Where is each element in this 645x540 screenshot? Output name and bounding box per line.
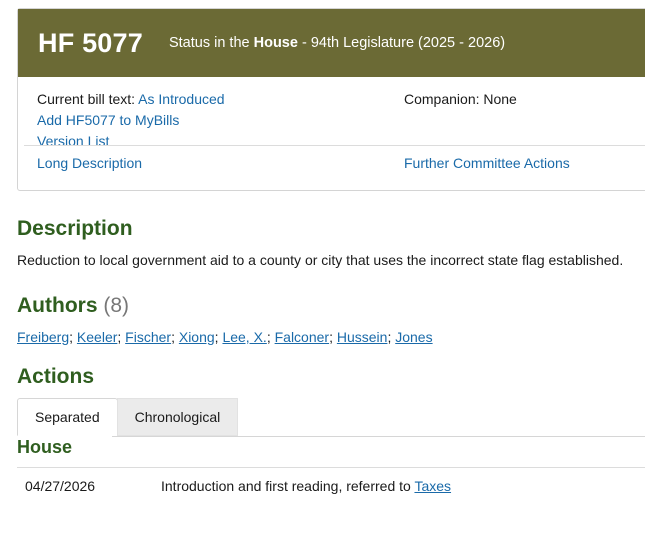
chamber-divider	[17, 467, 645, 468]
author-link[interactable]: Xiong	[179, 329, 215, 345]
status-prefix: Status in the	[168, 35, 250, 51]
authors-count: (8)	[103, 294, 130, 317]
current-bill-text-label: Current bill text:	[37, 91, 136, 107]
author-link[interactable]: Falconer	[275, 329, 329, 345]
status-suffix: - 94th Legislature (2025 - 2026)	[301, 35, 506, 51]
version-list-link[interactable]: Version List	[37, 133, 109, 149]
description-heading: Description	[17, 217, 133, 240]
actions-heading: Actions	[17, 365, 95, 388]
actions-tabs: Separated Chronological	[17, 398, 239, 436]
chamber-heading: House	[17, 437, 73, 457]
author-link[interactable]: Lee, X.	[222, 329, 266, 345]
author-link[interactable]: Hussein	[337, 329, 388, 345]
author-link[interactable]: Fischer	[125, 329, 171, 345]
action-text: Introduction and first reading, referred…	[161, 478, 451, 494]
author-link[interactable]: Jones	[395, 329, 432, 345]
authors-list: Freiberg; Keeler; Fischer; Xiong; Lee, X…	[17, 329, 433, 345]
committee-link[interactable]: Taxes	[414, 478, 451, 494]
bill-id: HF 5077	[38, 27, 143, 58]
as-introduced-link[interactable]: As Introduced	[138, 91, 224, 107]
authors-heading: Authors (8)	[17, 294, 129, 318]
further-committee-actions-link[interactable]: Further Committee Actions	[404, 155, 570, 171]
tab-separated[interactable]: Separated	[17, 398, 118, 436]
current-bill-text: Current bill text: As Introduced	[37, 91, 225, 107]
author-link[interactable]: Freiberg	[17, 329, 69, 345]
long-description-link[interactable]: Long Description	[37, 155, 142, 171]
status-chamber: House	[253, 35, 298, 51]
tabs-underline	[112, 436, 645, 437]
info-divider	[24, 145, 645, 146]
bill-status: Status in the House - 94th Legislature (…	[169, 35, 505, 51]
description-text: Reduction to local government aid to a c…	[17, 252, 624, 268]
action-date: 04/27/2026	[25, 478, 96, 494]
action-description: Introduction and first reading, referred…	[161, 478, 411, 494]
bill-status-card: HF 5077 Status in the House - 94th Legis…	[17, 8, 645, 191]
add-to-mybills-link[interactable]: Add HF5077 to MyBills	[37, 112, 179, 128]
bill-header: HF 5077 Status in the House - 94th Legis…	[18, 9, 645, 77]
author-link[interactable]: Keeler	[77, 329, 117, 345]
tab-chronological[interactable]: Chronological	[116, 398, 239, 436]
companion: Companion: None	[404, 91, 517, 107]
authors-heading-label: Authors	[17, 294, 98, 317]
